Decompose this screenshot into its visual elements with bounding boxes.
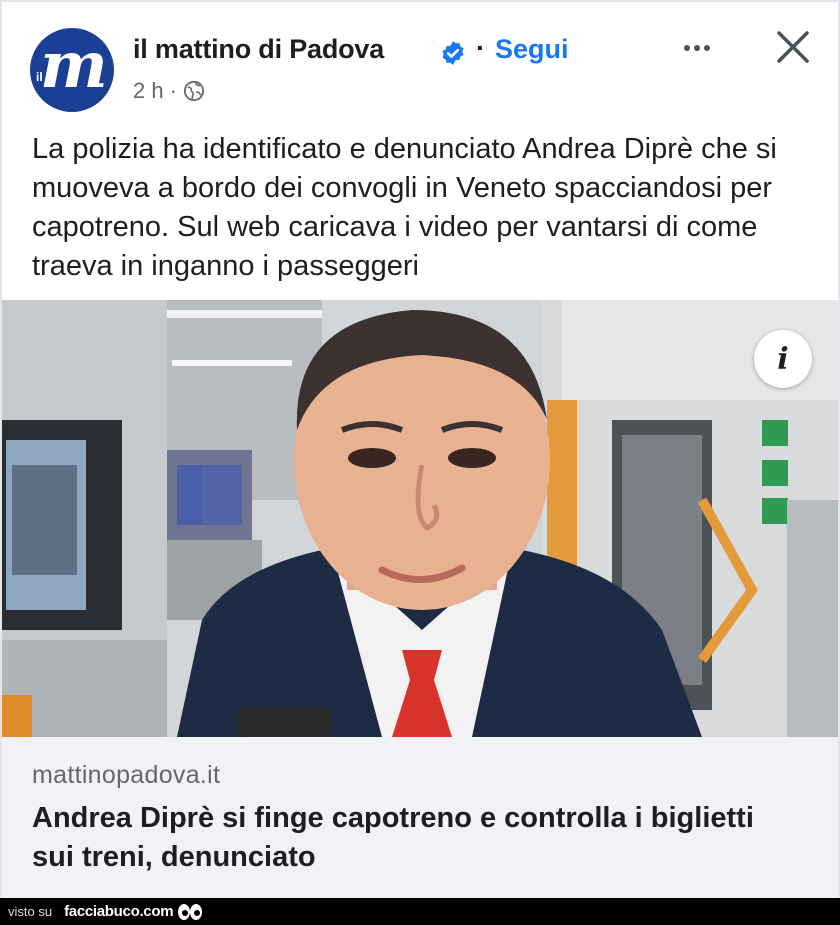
meta-separator-dot: · — [169, 78, 177, 103]
more-options-icon — [684, 45, 690, 51]
link-preview[interactable]: mattinopadova.it Andrea Diprè si finge c… — [2, 737, 838, 898]
post-meta: 2 h · — [133, 78, 205, 104]
more-options-button[interactable] — [674, 28, 720, 68]
close-icon[interactable] — [772, 26, 814, 68]
train-interior-photo — [2, 300, 838, 737]
post-timestamp[interactable]: 2 h — [133, 78, 164, 104]
post-text: La polizia ha identificato e denunciato … — [32, 133, 777, 282]
post-photo[interactable] — [2, 300, 838, 737]
watermark-prefix: visto su — [8, 904, 53, 919]
more-options-dot — [704, 45, 710, 51]
avatar-logo-letter: m — [40, 28, 108, 103]
follow-button[interactable]: Segui — [495, 34, 569, 65]
more-options-dot — [694, 45, 700, 51]
page-name-link[interactable]: il mattino di Padova — [133, 34, 384, 65]
link-headline: Andrea Diprè si finge capotreno e contro… — [32, 802, 754, 873]
eyes-icon — [178, 903, 203, 920]
link-domain: mattinopadova.it — [32, 761, 221, 789]
header-separator-dot: · — [476, 32, 486, 63]
info-icon: i — [777, 341, 789, 377]
watermark-site: facciabuco.com — [64, 903, 174, 920]
facebook-post-card: il m il mattino di Padova · Segui 2 h · … — [2, 2, 838, 898]
globe-icon — [183, 80, 205, 102]
info-button[interactable]: i — [754, 330, 812, 388]
page-avatar[interactable]: il m — [30, 28, 114, 112]
watermark-bar: visto su facciabuco.com — [0, 898, 840, 925]
verified-badge-icon — [442, 41, 464, 65]
